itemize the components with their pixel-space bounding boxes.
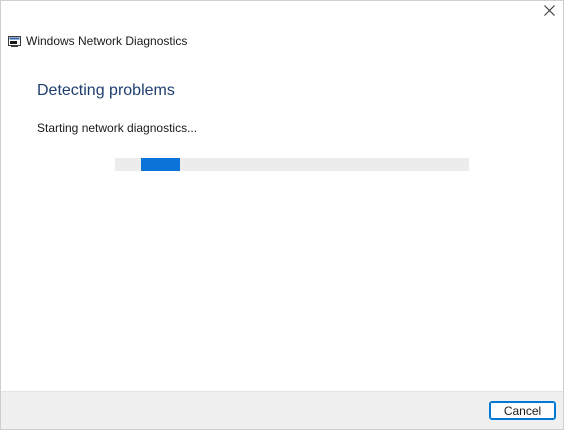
dialog-window: Windows Network Diagnostics Detecting pr… [0, 0, 564, 430]
page-heading: Detecting problems [37, 82, 175, 99]
progress-indicator [141, 158, 180, 171]
progress-bar [115, 158, 469, 171]
close-icon [543, 3, 555, 21]
cancel-button[interactable]: Cancel [489, 401, 556, 420]
window-title: Windows Network Diagnostics [26, 34, 188, 48]
network-diagnostics-icon [8, 34, 21, 47]
dialog-footer: Cancel [1, 391, 563, 429]
status-text: Starting network diagnostics... [37, 121, 198, 135]
close-button[interactable] [535, 1, 563, 23]
title-bar: Windows Network Diagnostics [1, 1, 563, 48]
